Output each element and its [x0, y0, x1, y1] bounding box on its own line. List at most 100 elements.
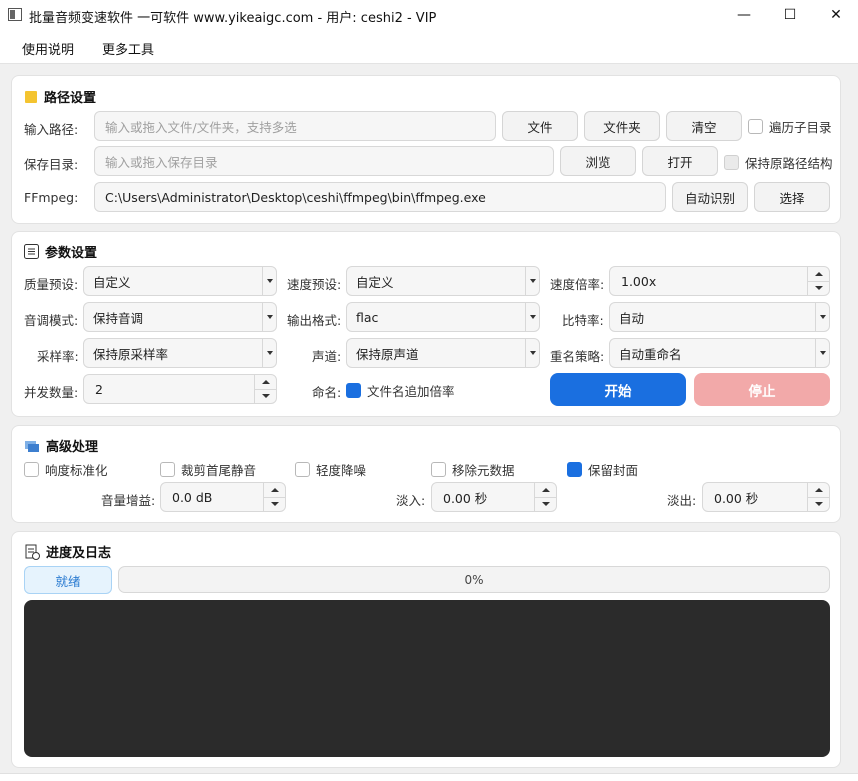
fadeout-label: 淡出:	[667, 493, 697, 508]
path-settings-title: 路径设置	[44, 91, 97, 106]
remove-metadata-checkbox[interactable]: 移除元数据	[431, 460, 515, 479]
loudness-normalize-checkbox[interactable]: 响度标准化	[24, 460, 108, 479]
spin-down-icon[interactable]	[264, 496, 285, 512]
fadein-spinbox[interactable]: 0.00 秒	[431, 482, 557, 512]
channel-select[interactable]: 保持原声道	[346, 338, 540, 368]
status-badge: 就绪	[24, 566, 112, 594]
path-settings-heading: 路径设置	[24, 87, 96, 106]
folder-button[interactable]: 文件夹	[584, 111, 660, 141]
chevron-down-icon[interactable]	[525, 303, 539, 331]
speed-preset-select[interactable]: 自定义	[346, 266, 540, 296]
naming-checkbox-box[interactable]	[346, 383, 361, 398]
input-path-field[interactable]: 输入或拖入文件/文件夹，支持多选	[94, 111, 496, 141]
bitrate-select[interactable]: 自动	[609, 302, 830, 332]
advanced-heading: 高级处理	[24, 436, 98, 455]
spin-down-icon[interactable]	[255, 388, 276, 404]
ffmpeg-path-field[interactable]: C:\Users\Administrator\Desktop\ceshi\ffm…	[94, 182, 666, 212]
concurrency-spinbox[interactable]: 2	[83, 374, 277, 404]
trim-silence-box[interactable]	[160, 462, 175, 477]
output-format-value: flac	[356, 309, 379, 325]
quality-preset-value: 自定义	[93, 274, 131, 290]
browse-button[interactable]: 浏览	[560, 146, 636, 176]
quality-preset-select[interactable]: 自定义	[83, 266, 277, 296]
gain-spinbox[interactable]: 0.0 dB	[160, 482, 286, 512]
chevron-down-icon[interactable]	[525, 267, 539, 295]
chevron-down-icon[interactable]	[262, 267, 276, 295]
fadein-value: 0.00 秒	[443, 490, 488, 506]
spin-up-icon[interactable]	[808, 267, 829, 281]
channel-label: 声道:	[312, 349, 342, 364]
maximize-button[interactable]: ☐	[767, 0, 813, 30]
progress-heading: 进度及日志	[24, 542, 111, 561]
naming-checkbox[interactable]: 文件名追加倍率	[346, 381, 455, 400]
speed-ratio-label: 速度倍率:	[550, 277, 605, 292]
naming-checkbox-label: 文件名追加倍率	[367, 384, 455, 399]
choose-button[interactable]: 选择	[754, 182, 830, 212]
fadeout-value: 0.00 秒	[714, 490, 759, 506]
save-dir-field[interactable]: 输入或拖入保存目录	[94, 146, 554, 176]
speed-preset-label: 速度预设:	[287, 277, 342, 292]
chevron-down-icon[interactable]	[262, 303, 276, 331]
start-button[interactable]: 开始	[550, 373, 686, 406]
spin-down-icon[interactable]	[808, 496, 829, 512]
input-path-label: 输入路径:	[24, 122, 79, 137]
pitch-mode-label: 音调模式:	[24, 313, 79, 328]
fadeout-spinbox[interactable]: 0.00 秒	[702, 482, 830, 512]
chevron-down-icon[interactable]	[262, 339, 276, 367]
menu-more-tools[interactable]: 更多工具	[102, 39, 154, 58]
pitch-mode-select[interactable]: 保持音调	[83, 302, 277, 332]
speed-ratio-spinbox[interactable]: 1.00x	[609, 266, 830, 296]
keep-structure-checkbox[interactable]: 保持原路径结构	[724, 153, 833, 172]
recursive-checkbox-box[interactable]	[748, 119, 763, 134]
gain-label: 音量增益:	[101, 493, 156, 508]
remove-metadata-box[interactable]	[431, 462, 446, 477]
spin-up-icon[interactable]	[255, 375, 276, 389]
log-output[interactable]	[24, 600, 830, 757]
denoise-box[interactable]	[295, 462, 310, 477]
bottom-edge	[0, 773, 858, 781]
loudness-normalize-box[interactable]	[24, 462, 39, 477]
trim-silence-label: 裁剪首尾静音	[181, 463, 257, 478]
keep-cover-label: 保留封面	[588, 463, 639, 478]
spin-up-icon[interactable]	[808, 483, 829, 497]
keep-structure-checkbox-box[interactable]	[724, 155, 739, 170]
spin-down-icon[interactable]	[808, 280, 829, 296]
spin-up-icon[interactable]	[535, 483, 556, 497]
chevron-down-icon[interactable]	[815, 339, 829, 367]
ffmpeg-label: FFmpeg:	[24, 190, 79, 205]
folder-icon	[25, 90, 37, 103]
quality-preset-label: 质量预设:	[24, 277, 79, 292]
minimize-button[interactable]: —	[721, 0, 767, 30]
stop-button[interactable]: 停止	[694, 373, 830, 406]
output-format-select[interactable]: flac	[346, 302, 540, 332]
rename-strategy-select[interactable]: 自动重命名	[609, 338, 830, 368]
auto-detect-button[interactable]: 自动识别	[672, 182, 748, 212]
params-title: 参数设置	[45, 246, 98, 261]
close-button[interactable]: ✕	[813, 0, 858, 30]
chevron-down-icon[interactable]	[815, 303, 829, 331]
spin-up-icon[interactable]	[264, 483, 285, 497]
advanced-panel: 高级处理 响度标准化 裁剪首尾静音 轻度降噪 移除元数据 保留封面 音量增益: …	[11, 425, 841, 523]
rename-strategy-label: 重名策略:	[550, 349, 605, 364]
samplerate-select[interactable]: 保持原采样率	[83, 338, 277, 368]
recursive-checkbox-label: 遍历子目录	[769, 120, 832, 135]
open-button[interactable]: 打开	[642, 146, 718, 176]
keep-cover-checkbox[interactable]: 保留封面	[567, 460, 638, 479]
trim-silence-checkbox[interactable]: 裁剪首尾静音	[160, 460, 256, 479]
recursive-checkbox[interactable]: 遍历子目录	[748, 117, 832, 136]
file-button[interactable]: 文件	[502, 111, 578, 141]
progress-percent: 0%	[464, 572, 484, 587]
denoise-checkbox[interactable]: 轻度降噪	[295, 460, 366, 479]
keep-cover-box[interactable]	[567, 462, 582, 477]
chevron-down-icon[interactable]	[525, 339, 539, 367]
progress-log-panel: 进度及日志 就绪 0%	[11, 531, 841, 768]
denoise-label: 轻度降噪	[316, 463, 367, 478]
progress-bar: 0%	[118, 566, 830, 593]
path-settings-panel: 路径设置 输入路径: 输入或拖入文件/文件夹，支持多选 文件 文件夹 清空 遍历…	[11, 75, 841, 224]
title-bar: 批量音频变速软件 一可软件 www.yikeaigc.com - 用户: ces…	[0, 0, 858, 30]
params-panel: 参数设置 质量预设: 自定义 速度预设: 自定义 速度倍率: 1.00x 音调模…	[11, 231, 841, 417]
clear-button[interactable]: 清空	[666, 111, 742, 141]
menu-usage[interactable]: 使用说明	[22, 39, 74, 58]
naming-label: 命名:	[312, 385, 342, 400]
spin-down-icon[interactable]	[535, 496, 556, 512]
